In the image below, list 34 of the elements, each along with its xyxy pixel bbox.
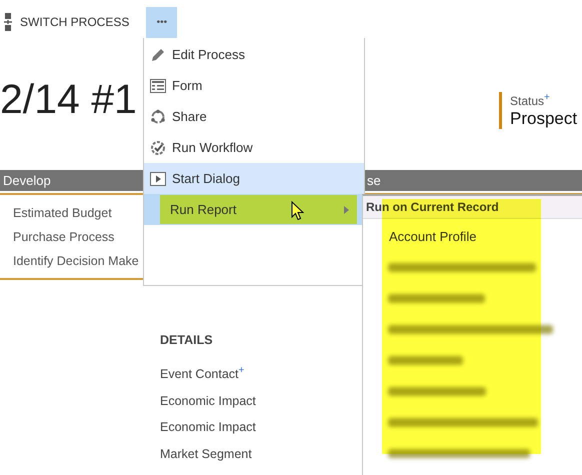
menu-item-label: Form	[172, 78, 202, 93]
menu-item-label: Run Report	[170, 202, 236, 217]
menu-item-label: Start Dialog	[172, 171, 240, 186]
record-title: 2/14 #1	[0, 76, 137, 123]
menu-item[interactable]: Form	[144, 70, 364, 101]
field-label: Estimated Budget	[13, 205, 112, 222]
status-value: Prospect	[510, 109, 578, 129]
workflow-icon	[150, 140, 166, 156]
field-label: Economic Impact	[160, 419, 256, 436]
pencil-icon	[150, 46, 166, 62]
menu-item-label: Run Workflow	[172, 140, 253, 155]
menu-item-label: Edit Process	[172, 47, 245, 62]
field-label: Market Segment	[160, 446, 252, 463]
mouse-cursor-icon	[291, 201, 304, 221]
status-label: Status$^{+}$	[510, 92, 551, 108]
share-icon	[150, 108, 166, 124]
menu-item[interactable]: Share	[144, 101, 364, 132]
submenu-arrow-icon	[344, 206, 349, 214]
menu-item[interactable]: Start Dialog	[144, 163, 364, 194]
more-button[interactable]: •••	[146, 7, 178, 38]
menu-item-label: Share	[172, 109, 207, 124]
field-label: Purchase Process	[13, 229, 114, 246]
field-label: Identify Decision Make	[13, 253, 139, 270]
play-icon	[150, 172, 166, 186]
stage-label[interactable]: se	[367, 173, 381, 188]
field-label: Event Contact$^{+}$	[160, 364, 244, 384]
field-label: Economic Impact	[160, 392, 256, 410]
process-icon	[3, 13, 13, 31]
section-heading: DETAILS	[160, 333, 213, 347]
form-icon	[150, 78, 166, 92]
menu-item[interactable]: Run Report	[144, 194, 364, 225]
menu-item[interactable]: Edit Process	[144, 39, 364, 70]
switch-process-button[interactable]: SWITCH PROCESS	[20, 15, 130, 29]
menu-item[interactable]: Run Workflow	[144, 132, 364, 163]
